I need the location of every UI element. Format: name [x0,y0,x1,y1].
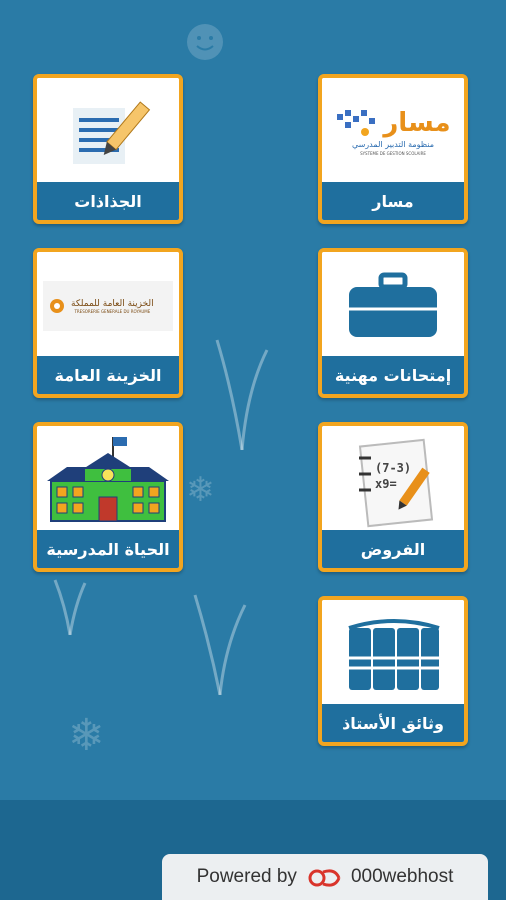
grass-decoration [190,585,250,699]
tile-treasury[interactable]: الخزينة العامة للمملكة TRESORERIE GENERA… [33,248,183,398]
massar-logo-caption: SYSTEME DE GESTION SCOLAIRE [360,151,426,156]
brand-name: 000webhost [350,866,454,887]
tile-professional-exams[interactable]: إمتحانات مهنية [318,248,468,398]
tile-label: الخزينة العامة [37,356,179,394]
tile-teacher-documents[interactable]: وثائق الأستاذ [318,596,468,746]
tile-tests[interactable]: (7-3) x9= الفروض [318,422,468,572]
smiley-icon [185,22,225,66]
snowflake-icon: ❄ [68,710,105,761]
treasury-logo-caption: TRESORERIE GENERALE DU ROYAUME [74,308,151,314]
treasury-logo-title: الخزينة العامة للمملكة [71,298,154,309]
tile-label: إمتحانات مهنية [322,356,464,394]
tile-massar[interactable]: مسار منظومة التدبير المدرسي SYSTEME DE G… [318,74,468,224]
grass-decoration [50,575,90,639]
books-icon [322,600,464,708]
tile-label: مسار [322,182,464,220]
briefcase-icon [322,252,464,360]
grass-decoration [212,330,272,454]
school-building-icon [37,426,179,534]
massar-logo-title: مسار [383,108,451,138]
pen-document-icon [37,78,179,186]
powered-by-banner[interactable]: Powered by 000webhost [162,854,488,900]
tile-label: الجذاذات [37,182,179,220]
notebook-math-icon: (7-3) x9= [322,426,464,534]
snowflake-icon: ❄ [186,470,215,510]
tile-label: وثائق الأستاذ [322,704,464,742]
powered-by-text: Powered by [196,866,297,887]
tile-lesson-plans[interactable]: الجذاذات [33,74,183,224]
massar-logo: مسار منظومة التدبير المدرسي SYSTEME DE G… [322,78,464,186]
treasury-logo: الخزينة العامة للمملكة TRESORERIE GENERA… [37,252,179,360]
massar-logo-subtitle: منظومة التدبير المدرسي [351,140,435,149]
tile-label: الفروض [322,530,464,568]
tile-label: الحياة المدرسية [37,530,179,568]
tile-school-life[interactable]: الحياة المدرسية [33,422,183,572]
000webhost-logo-icon [307,866,341,888]
